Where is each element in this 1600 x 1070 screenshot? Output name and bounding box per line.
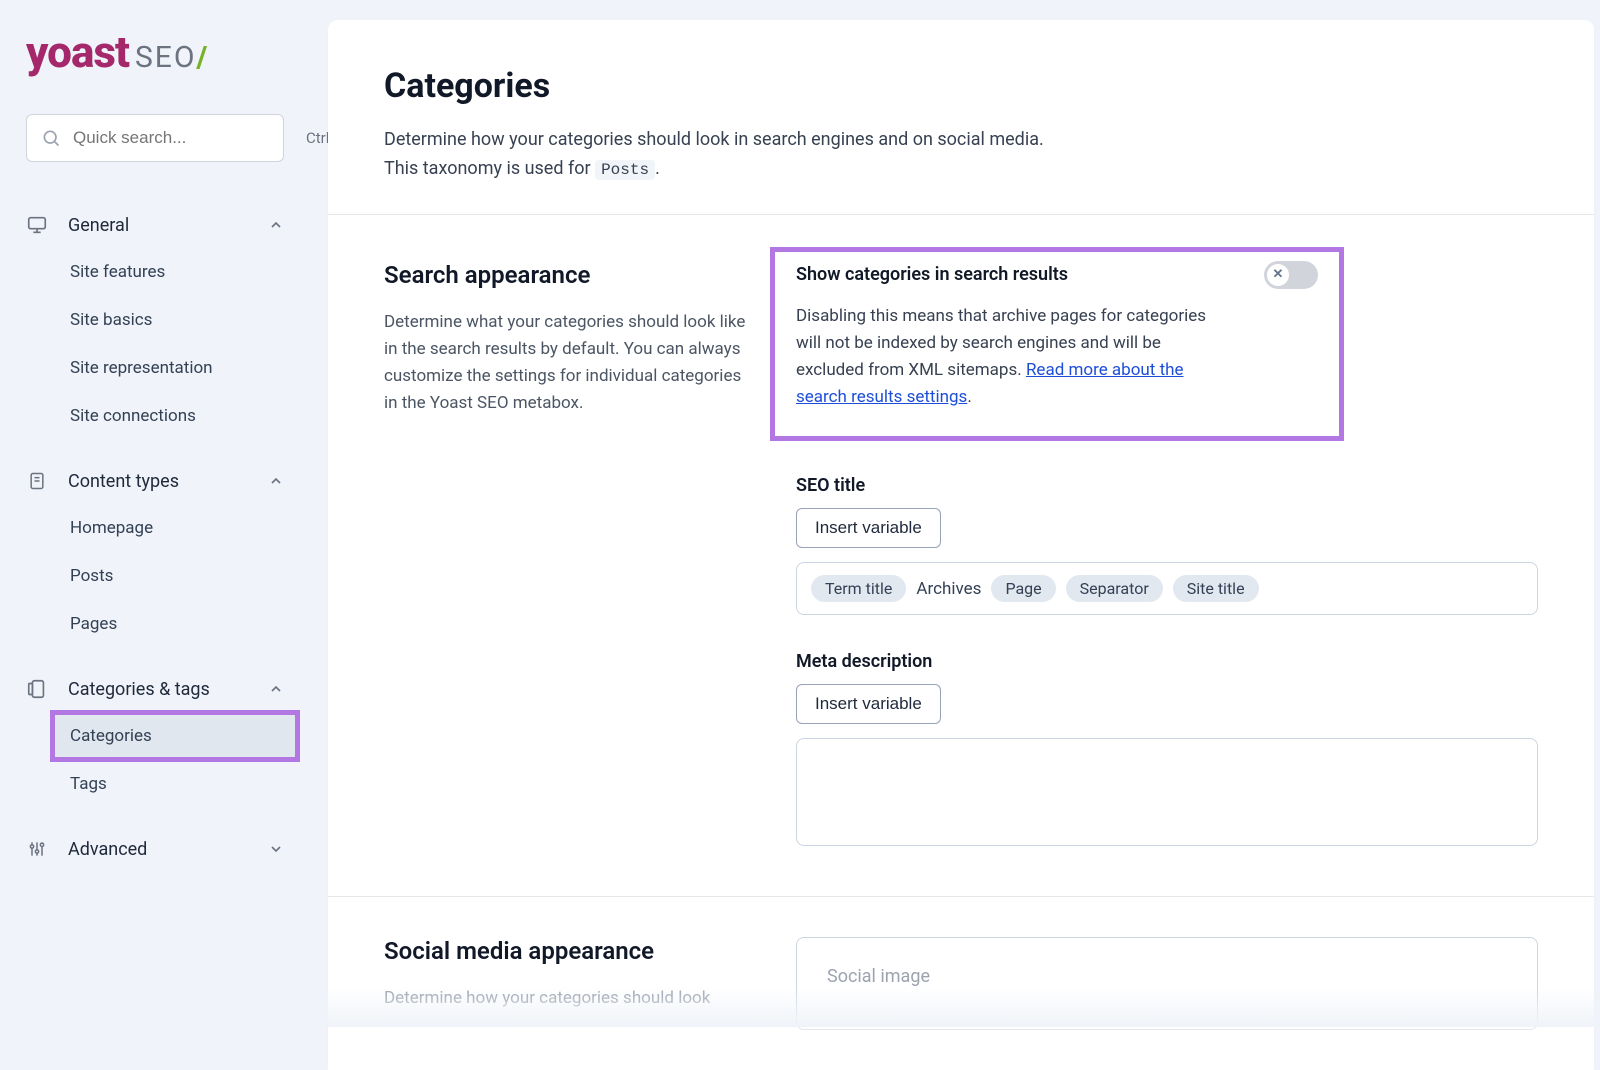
section-title: Social media appearance [384, 937, 756, 965]
nav-item-site-basics[interactable]: Site basics [0, 296, 310, 344]
brand-main: yoast [26, 26, 129, 78]
nav-group-label: Content types [68, 471, 248, 492]
social-image-label: Social image [827, 966, 930, 987]
close-icon: ✕ [1267, 264, 1289, 286]
insert-variable-button[interactable]: Insert variable [796, 508, 941, 548]
nav-item-tags[interactable]: Tags [0, 760, 310, 808]
nav-item-homepage[interactable]: Homepage [0, 504, 310, 552]
meta-description-label: Meta description [796, 651, 1538, 672]
section-description: Determine how your categories should loo… [384, 985, 756, 1012]
nav-group-categories-tags[interactable]: Categories & tags [0, 666, 310, 712]
page-description: Determine how your categories should loo… [384, 126, 1538, 184]
chevron-up-icon [268, 473, 284, 489]
nav: General Site features Site basics Site r… [0, 202, 310, 872]
nav-group-label: General [68, 215, 248, 236]
document-icon [26, 470, 48, 492]
token-site-title[interactable]: Site title [1173, 575, 1259, 602]
show-in-search-toggle[interactable]: ✕ [1264, 261, 1318, 289]
nav-group-advanced[interactable]: Advanced [0, 826, 310, 872]
archive-icon [26, 678, 48, 700]
nav-group-general[interactable]: General [0, 202, 310, 248]
seo-title-label: SEO title [796, 475, 1538, 496]
quick-search[interactable]: CtrlK [26, 114, 284, 162]
chevron-up-icon [268, 681, 284, 697]
taxonomy-code: Posts [595, 160, 655, 180]
monitor-icon [26, 214, 48, 236]
page-title: Categories [384, 66, 1538, 106]
brand-logo: yoast SEO/ [0, 26, 310, 88]
brand-suffix: SEO/ [135, 40, 209, 75]
sidebar: yoast SEO/ CtrlK General Site fea [0, 0, 310, 872]
section-description: Determine what your categories should lo… [384, 309, 756, 418]
social-image-box[interactable]: Social image [796, 937, 1538, 1029]
chevron-down-icon [268, 841, 284, 857]
nav-item-posts[interactable]: Posts [0, 552, 310, 600]
search-icon [41, 128, 61, 148]
seo-title-input[interactable]: Term title Archives Page Separator Site … [796, 562, 1538, 615]
search-appearance-section: Search appearance Determine what your ca… [328, 215, 1594, 898]
token-separator[interactable]: Separator [1066, 575, 1163, 602]
nav-item-site-representation[interactable]: Site representation [0, 344, 310, 392]
nav-item-site-connections[interactable]: Site connections [0, 392, 310, 440]
nav-item-pages[interactable]: Pages [0, 600, 310, 648]
toggle-label: Show categories in search results [796, 264, 1068, 285]
section-title: Search appearance [384, 261, 756, 289]
social-appearance-section: Social media appearance Determine how yo… [328, 897, 1594, 1069]
nav-group-label: Advanced [68, 839, 248, 860]
meta-description-input[interactable] [796, 738, 1538, 846]
toggle-description: Disabling this means that archive pages … [796, 303, 1216, 412]
card-header: Categories Determine how your categories… [328, 20, 1594, 215]
nav-group-label: Categories & tags [68, 679, 248, 700]
nav-group-content-types[interactable]: Content types [0, 458, 310, 504]
token-archives: Archives [916, 579, 981, 599]
insert-variable-button[interactable]: Insert variable [796, 684, 941, 724]
main-card: Categories Determine how your categories… [328, 20, 1594, 1070]
show-in-search-block: Show categories in search results ✕ Disa… [772, 249, 1342, 440]
nav-item-site-features[interactable]: Site features [0, 248, 310, 296]
token-term-title[interactable]: Term title [811, 575, 906, 602]
token-page[interactable]: Page [991, 575, 1055, 602]
sliders-icon [26, 838, 48, 860]
nav-item-categories[interactable]: Categories [52, 712, 298, 760]
chevron-up-icon [268, 217, 284, 233]
search-input[interactable] [71, 127, 296, 149]
